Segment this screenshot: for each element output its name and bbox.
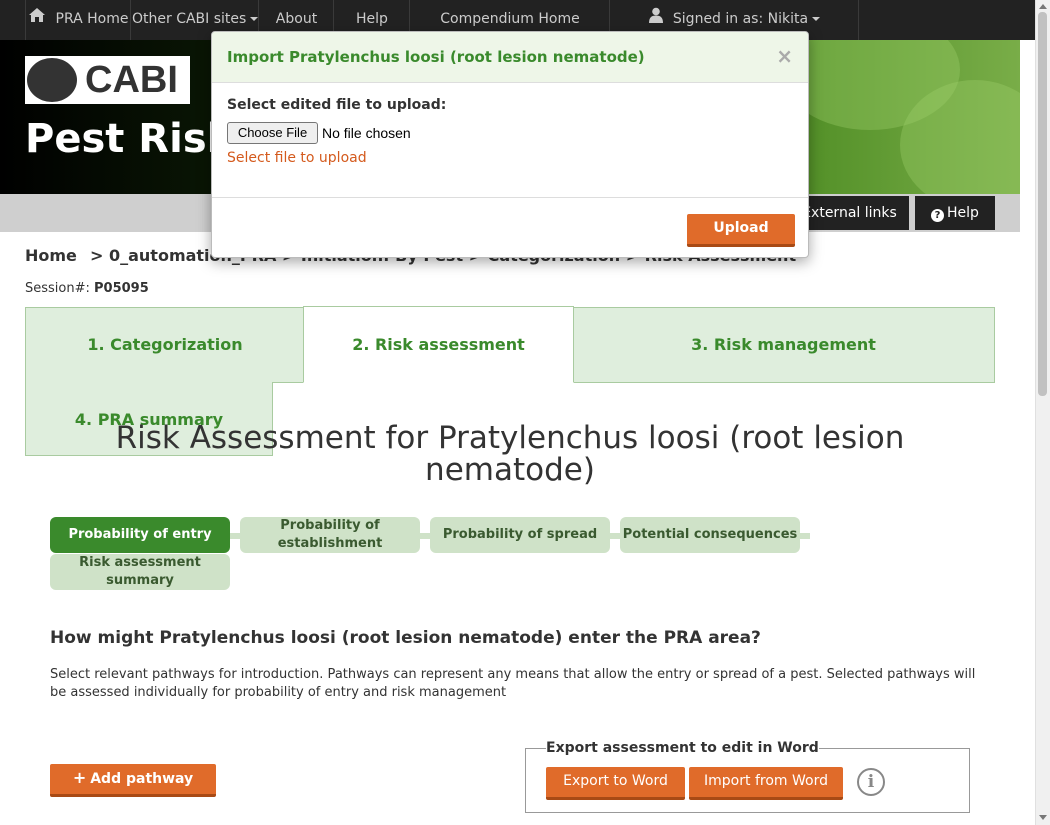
- pathway-help-text: Select relevant pathways for introductio…: [50, 667, 976, 700]
- session-label: Session#:: [25, 281, 90, 296]
- cabi-logo-text: CABI: [85, 59, 178, 101]
- step-label: Risk assessment summary: [79, 555, 201, 588]
- step-potential-consequences[interactable]: Potential consequences: [620, 517, 800, 553]
- export-to-word-label: Export to Word: [563, 773, 668, 789]
- breadcrumb-home[interactable]: Home: [25, 246, 77, 265]
- add-pathway-button[interactable]: + Add pathway: [50, 764, 216, 797]
- plus-icon: +: [72, 768, 87, 787]
- nav-pra-home[interactable]: PRA Home: [25, 0, 131, 40]
- nav-signed-in-label: Signed in as: Nikita: [672, 11, 809, 27]
- file-upload-label: Select edited file to upload:: [227, 97, 447, 113]
- step-label: Probability of entry: [68, 527, 212, 542]
- scroll-down-arrow[interactable]: [1039, 815, 1047, 820]
- step-probability-of-entry[interactable]: Probability of entry: [50, 517, 230, 553]
- nav-help-label: Help: [356, 11, 388, 27]
- step-label: Potential consequences: [622, 527, 798, 542]
- tab-risk-management-label: 3. Risk management: [691, 335, 876, 354]
- add-pathway-label: Add pathway: [90, 771, 194, 787]
- nav-about-label: About: [275, 11, 318, 27]
- step-probability-of-spread[interactable]: Probability of spread: [430, 517, 610, 553]
- tab-categorization[interactable]: 1. Categorization: [25, 307, 305, 383]
- upload-button[interactable]: Upload: [687, 214, 795, 247]
- session-info: Session#: P05095: [25, 281, 149, 296]
- external-links-label: External links: [802, 205, 897, 221]
- close-icon[interactable]: ×: [776, 44, 793, 68]
- section-question: How might Pratylenchus loosi (root lesio…: [50, 628, 761, 648]
- import-from-word-label: Import from Word: [704, 773, 828, 789]
- step-label: Probability of establishment: [277, 518, 383, 551]
- modal-footer: [212, 197, 808, 198]
- tab-risk-assessment-label: 2. Risk assessment: [352, 335, 525, 354]
- cabi-logo-mark: [27, 58, 77, 102]
- step-label: Probability of spread: [442, 527, 598, 542]
- validation-message: Select file to upload: [227, 150, 367, 166]
- step-probability-of-establishment[interactable]: Probability of establishment: [240, 517, 420, 553]
- export-legend: Export assessment to edit in Word: [546, 740, 819, 756]
- modal-header: Import Pratylenchus loosi (root lesion n…: [212, 32, 808, 83]
- cabi-logo[interactable]: CABI: [25, 56, 190, 104]
- file-status-text: No file chosen: [322, 125, 411, 141]
- import-modal: Import Pratylenchus loosi (root lesion n…: [211, 31, 809, 258]
- nav-other-cabi-sites-label: Other CABI sites: [132, 11, 247, 27]
- tab-risk-management[interactable]: 3. Risk management: [572, 307, 995, 383]
- home-icon: [28, 0, 46, 38]
- import-from-word-button[interactable]: Import from Word: [689, 767, 843, 800]
- modal-title: Import Pratylenchus loosi (root lesion n…: [227, 48, 645, 66]
- tab-risk-assessment[interactable]: 2. Risk assessment: [303, 306, 574, 383]
- session-number: P05095: [94, 281, 149, 296]
- info-icon[interactable]: i: [857, 768, 885, 796]
- choose-file-button[interactable]: Choose File: [227, 122, 318, 144]
- nav-compendium-home-label: Compendium Home: [440, 11, 580, 27]
- upload-label: Upload: [713, 220, 769, 236]
- export-to-word-button[interactable]: Export to Word: [546, 767, 685, 800]
- scroll-up-arrow[interactable]: [1039, 4, 1047, 9]
- question-circle-icon: ?: [931, 209, 945, 222]
- chevron-down-icon: [812, 17, 821, 21]
- chevron-down-icon: [250, 17, 259, 21]
- help-button[interactable]: ? Help: [915, 196, 995, 230]
- tab-categorization-label: 1. Categorization: [87, 335, 243, 354]
- scrollbar-thumb[interactable]: [1038, 12, 1047, 396]
- page-title: Risk Assessment for Pratylenchus loosi (…: [115, 420, 905, 488]
- nav-pra-home-label: PRA Home: [55, 11, 129, 27]
- step-risk-assessment-summary[interactable]: Risk assessment summary: [50, 554, 230, 590]
- help-label: Help: [947, 205, 979, 221]
